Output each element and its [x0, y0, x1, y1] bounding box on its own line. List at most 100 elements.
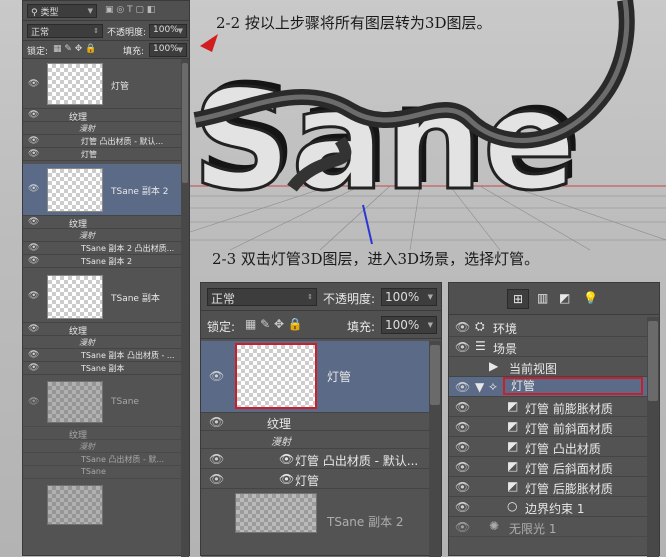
layer-row-tsane-copy2[interactable]: 👁 TSane 副本 2	[23, 164, 189, 216]
layer-row-tube-selected[interactable]: 👁 灯管	[201, 341, 441, 413]
lock-icons[interactable]: ▦ ✎ ✥ 🔒	[53, 44, 96, 54]
sub-row: 漫射	[23, 336, 189, 349]
fill-value: 100%	[385, 318, 420, 332]
eye-toggle-icon[interactable]: 👁	[279, 472, 294, 486]
scrollbar-thumb[interactable]	[430, 345, 440, 405]
layer-thumbnail	[235, 343, 317, 409]
scrollbar[interactable]	[647, 317, 659, 557]
eye-icon[interactable]: 👁	[455, 340, 470, 354]
eye-icon[interactable]: 👁	[455, 480, 470, 494]
layer-name: TSane 副本 2	[327, 515, 404, 529]
layer-thumbnail	[47, 168, 103, 212]
eye-icon[interactable]: 👁	[455, 400, 470, 414]
constraint-icon: ○	[507, 499, 518, 513]
scene-item-constraint[interactable]: 👁 ○ 边界约束 1	[449, 497, 659, 517]
eye-icon[interactable]: 👁	[28, 149, 39, 159]
eye-icon[interactable]: 👁	[209, 472, 224, 486]
scene-item-light[interactable]: 👁 ✺ 无限光 1	[449, 517, 659, 537]
scene-item-material[interactable]: 👁 ◩ 灯管 前斜面材质	[449, 417, 659, 437]
fill-value: 100%	[153, 44, 179, 54]
eye-icon[interactable]: 👁	[455, 520, 470, 534]
fill-input[interactable]: 100% ▼	[381, 316, 437, 334]
chevron-updown-icon: ⇕	[93, 27, 99, 35]
eye-toggle-icon[interactable]: 👁	[279, 452, 294, 466]
sub-label: 纹理	[69, 113, 88, 122]
eye-icon[interactable]: 👁	[28, 217, 39, 227]
eye-icon[interactable]: 👁	[28, 397, 39, 407]
scene-item-tube-selected[interactable]: 👁 ▼ ⟡ 灯管	[449, 377, 659, 397]
eye-icon[interactable]: 👁	[455, 320, 470, 334]
scene-item-label: 灯管	[503, 377, 643, 395]
lock-icons[interactable]: ▦ ✎ ✥ 🔒	[245, 317, 303, 331]
scene-item-label: 灯管 前斜面材质	[525, 422, 613, 436]
eye-icon[interactable]: 👁	[28, 79, 39, 89]
layer-row-tube[interactable]: 👁 灯管	[23, 59, 189, 109]
filter-type-select[interactable]: ⚲ 类型 ▼	[27, 4, 97, 18]
eye-icon[interactable]: 👁	[28, 184, 39, 194]
sub-label: 漫射	[271, 437, 291, 448]
layer-row-tsane-copy[interactable]: 👁 TSane 副本	[23, 271, 189, 323]
scrollbar[interactable]	[429, 341, 441, 557]
light-filter-icon[interactable]: 💡	[583, 291, 598, 305]
eye-icon[interactable]: 👁	[28, 243, 39, 253]
filter-icons[interactable]: ▣ ◎ T ▢ ◧	[105, 5, 155, 15]
scrollbar-thumb[interactable]	[648, 321, 658, 401]
eye-icon[interactable]: 👁	[455, 440, 470, 454]
eye-icon[interactable]: 👁	[28, 110, 39, 120]
scene-item-material[interactable]: 👁 ◩ 灯管 凸出材质	[449, 437, 659, 457]
scrollbar-thumb[interactable]	[182, 63, 188, 183]
layer-row-next[interactable]: TSane 副本 2	[201, 489, 441, 557]
sub-row: 👁 👁 灯管	[201, 469, 441, 489]
sub-row: 👁 TSane 副本 2	[23, 255, 189, 268]
material-icon: ◩	[507, 399, 519, 413]
scene-item-environment[interactable]: 👁 ⛭ 环境	[449, 317, 659, 337]
eye-icon[interactable]: 👁	[455, 500, 470, 514]
material-icon: ◩	[507, 439, 519, 453]
pointer-arrow	[200, 34, 218, 52]
material-icon: ◩	[507, 479, 519, 493]
eye-icon[interactable]: 👁	[209, 369, 224, 383]
chevron-down-icon: ▼	[427, 321, 433, 329]
step-caption-2: 2-3 双击灯管3D图层，进入3D场景，选择灯管。	[212, 250, 540, 268]
scene-item-material[interactable]: 👁 ◩ 灯管 后膨胀材质	[449, 477, 659, 497]
mesh-filter-icon[interactable]: ▥	[537, 291, 548, 305]
eye-icon[interactable]: 👁	[28, 350, 39, 360]
eye-icon[interactable]: 👁	[455, 380, 470, 394]
eye-icon[interactable]: 👁	[28, 136, 39, 146]
eye-icon[interactable]: 👁	[455, 420, 470, 434]
layer-row-tsane[interactable]: 👁 TSane	[23, 377, 189, 427]
lock-label: 锁定:	[27, 47, 49, 57]
eye-icon[interactable]: 👁	[28, 256, 39, 266]
faded-layers: 👁 TSane 纹理 漫射 TSane 凸出材质 - 默... TSane	[23, 375, 189, 557]
scene-filter-icon[interactable]: ⊞	[507, 289, 529, 309]
collapse-triangle-icon[interactable]: ▼	[475, 380, 484, 394]
sub-row: 漫射	[201, 431, 441, 449]
fill-input[interactable]: 100% ▼	[149, 43, 187, 57]
scene-item-material[interactable]: 👁 ◩ 灯管 前膨胀材质	[449, 397, 659, 417]
step-caption-1: 2-2 按以上步骤将所有图层转为3D图层。	[216, 14, 492, 32]
lock-label: 锁定:	[207, 320, 236, 334]
scene-item-material[interactable]: 👁 ◩ 灯管 后斜面材质	[449, 457, 659, 477]
layer-thumbnail	[47, 63, 103, 105]
material-filter-icon[interactable]: ◩	[559, 291, 570, 305]
scene-item-current-view[interactable]: ▶ 当前视图	[449, 357, 659, 377]
environment-icon: ⛭	[475, 319, 485, 333]
eye-icon[interactable]: 👁	[28, 324, 39, 334]
scene-item-label: 灯管 后斜面材质	[525, 462, 613, 476]
opacity-input[interactable]: 100% ▼	[381, 288, 437, 306]
eye-icon[interactable]: 👁	[455, 460, 470, 474]
scene-item-label: 灯管 凸出材质	[525, 442, 601, 456]
opacity-input[interactable]: 100% ▼	[149, 24, 187, 38]
blend-mode-select[interactable]: 正常 ⇕	[207, 288, 317, 306]
eye-icon[interactable]: 👁	[28, 363, 39, 373]
sub-label: 漫射	[79, 231, 95, 240]
eye-icon[interactable]: 👁	[28, 291, 39, 301]
blend-mode-select[interactable]: 正常 ⇕	[27, 24, 103, 38]
eye-icon[interactable]: 👁	[209, 452, 224, 466]
chevron-updown-icon: ⇕	[307, 293, 313, 301]
eye-icon[interactable]: 👁	[209, 415, 224, 429]
lock-bar: 锁定: ▦ ✎ ✥ 🔒 填充: 100% ▼	[201, 311, 441, 339]
scene-item-scene[interactable]: 👁 ☰ 场景	[449, 337, 659, 357]
sub-label: 纹理	[69, 431, 88, 440]
scrollbar[interactable]	[181, 59, 189, 557]
